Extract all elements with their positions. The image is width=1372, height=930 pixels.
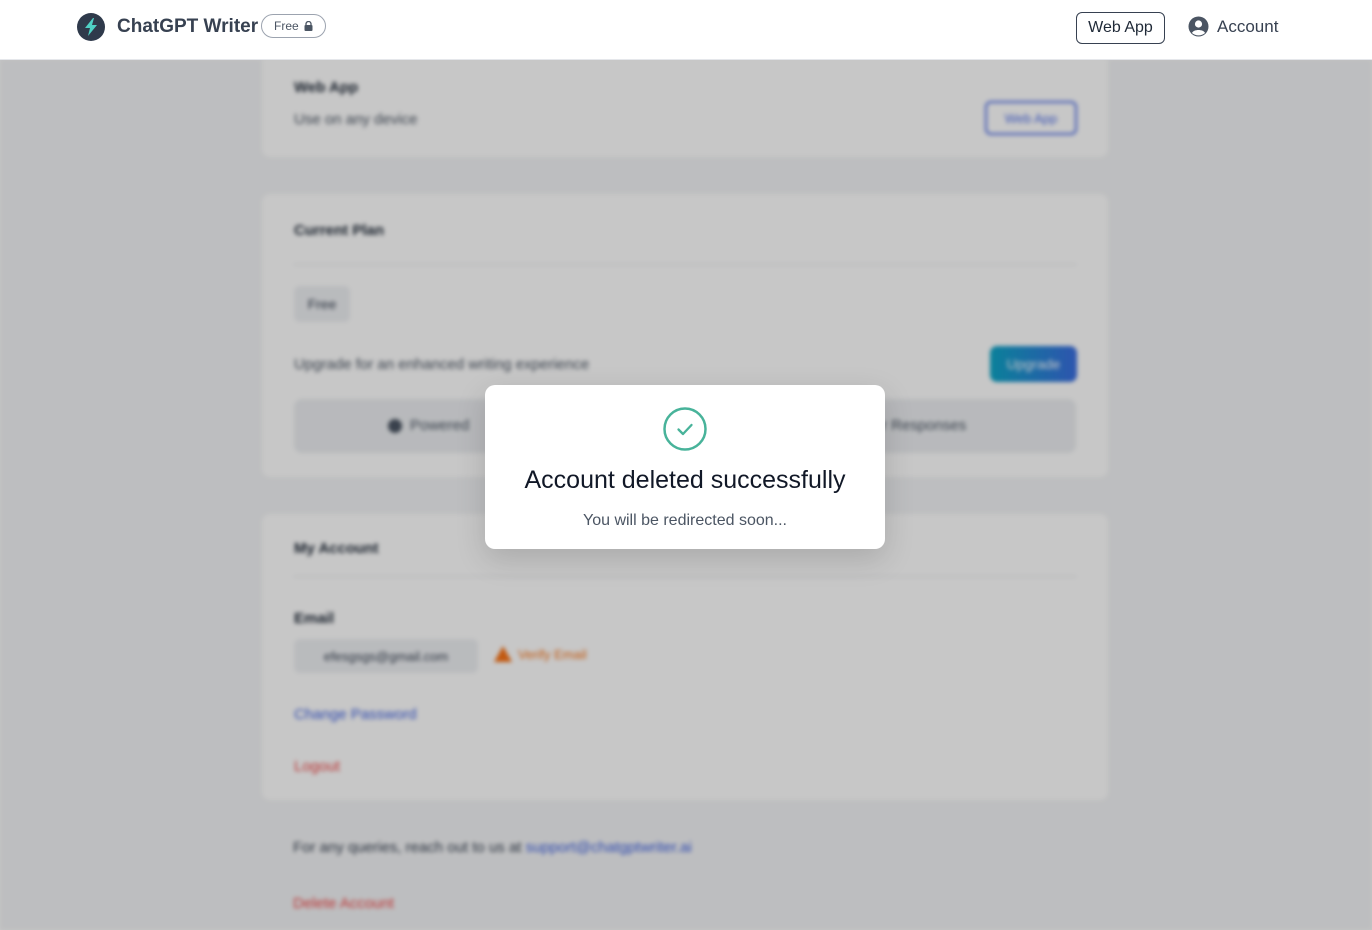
- app-logo[interactable]: [77, 13, 105, 41]
- app-name[interactable]: ChatGPT Writer: [117, 16, 258, 38]
- check-circle-icon: [663, 407, 707, 451]
- web-app-button[interactable]: Web App: [1076, 12, 1165, 44]
- modal-title: Account deleted successfully: [524, 466, 846, 494]
- lightning-icon: [85, 18, 97, 36]
- modal-message: You will be redirected soon...: [583, 512, 787, 529]
- lock-icon: [304, 21, 313, 31]
- user-circle-icon: [1188, 16, 1209, 37]
- account-menu[interactable]: Account: [1188, 16, 1278, 37]
- top-nav-bar: ChatGPT Writer Free Web App Account: [0, 0, 1372, 60]
- plan-badge-label: Free: [274, 19, 299, 33]
- success-modal: Account deleted successfully You will be…: [485, 385, 885, 549]
- plan-badge: Free: [261, 14, 326, 38]
- account-label: Account: [1217, 16, 1279, 36]
